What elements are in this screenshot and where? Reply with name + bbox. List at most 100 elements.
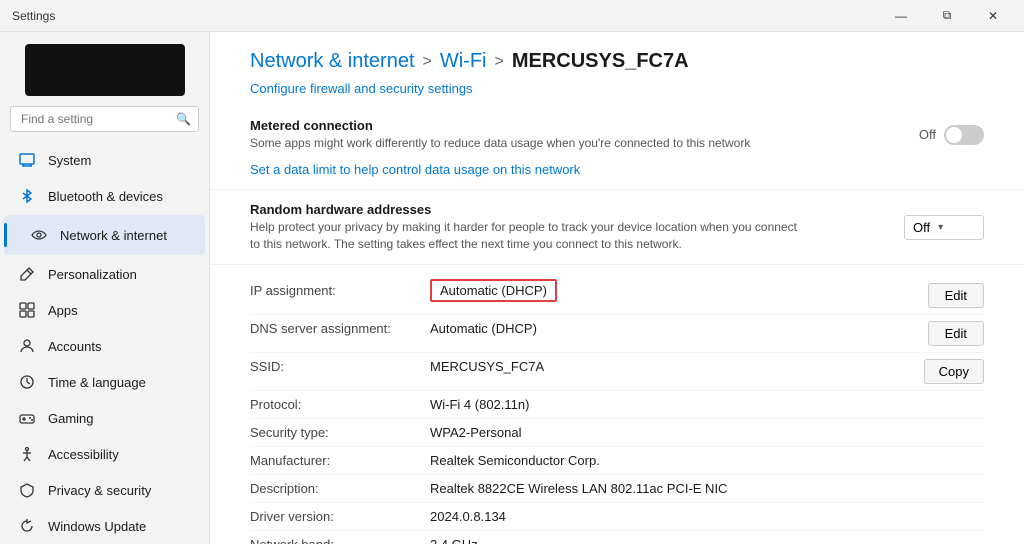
- sidebar-item-gaming-label: Gaming: [48, 411, 94, 426]
- protocol-label: Protocol:: [250, 397, 430, 412]
- ssid-value: MERCUSYS_FC7A: [430, 359, 904, 374]
- sidebar-item-gaming[interactable]: Gaming: [4, 401, 205, 435]
- driver-label: Driver version:: [250, 509, 430, 524]
- ssid-label: SSID:: [250, 359, 430, 374]
- ip-assignment-value: Automatic (DHCP): [430, 279, 557, 302]
- ssid-row: SSID: MERCUSYS_FC7A Copy: [250, 353, 984, 391]
- sidebar-item-network-label: Network & internet: [60, 228, 167, 243]
- dropdown-arrow-icon: ▾: [938, 222, 943, 233]
- protocol-value: Wi-Fi 4 (802.11n): [430, 397, 984, 412]
- sidebar-item-bluetooth[interactable]: Bluetooth & devices: [4, 179, 205, 213]
- sidebar-item-personalization-label: Personalization: [48, 267, 137, 282]
- metered-toggle-label: Off: [919, 127, 936, 142]
- sidebar-item-update-label: Windows Update: [48, 519, 146, 534]
- dns-label: DNS server assignment:: [250, 321, 430, 336]
- breadcrumb-network[interactable]: Network & internet: [250, 50, 415, 73]
- driver-version-row: Driver version: 2024.0.8.134: [250, 503, 984, 531]
- ip-assignment-edit-button[interactable]: Edit: [928, 283, 984, 308]
- sidebar-item-privacy-label: Privacy & security: [48, 483, 151, 498]
- data-section: IP assignment: Automatic (DHCP) Edit DNS…: [210, 265, 1024, 544]
- shield-icon: [18, 481, 36, 499]
- brush-icon: [18, 265, 36, 283]
- accessibility-icon: [18, 445, 36, 463]
- dns-value: Automatic (DHCP): [430, 321, 908, 336]
- random-hw-desc: Help protect your privacy by making it h…: [250, 219, 810, 253]
- sidebar-item-apps[interactable]: Apps: [4, 293, 205, 327]
- sidebar-item-network[interactable]: Network & internet: [4, 215, 205, 255]
- content-area: Network & internet > Wi-Fi > MERCUSYS_FC…: [210, 32, 1024, 544]
- search-icon: 🔍: [176, 112, 191, 126]
- firewall-link[interactable]: Configure firewall and security settings: [210, 81, 1024, 106]
- random-hw-section: Random hardware addresses Help protect y…: [210, 190, 1024, 266]
- description-row: Description: Realtek 8822CE Wireless LAN…: [250, 475, 984, 503]
- sidebar-item-apps-label: Apps: [48, 303, 78, 318]
- description-value: Realtek 8822CE Wireless LAN 802.11ac PCI…: [430, 481, 984, 496]
- dns-assignment-row: DNS server assignment: Automatic (DHCP) …: [250, 315, 984, 353]
- sidebar-item-system-label: System: [48, 153, 91, 168]
- sidebar-item-time-label: Time & language: [48, 375, 146, 390]
- random-hw-value: Off: [913, 220, 930, 235]
- network-band-label: Network band:: [250, 537, 430, 544]
- random-hw-dropdown[interactable]: Off ▾: [904, 215, 984, 240]
- sidebar-item-bluetooth-label: Bluetooth & devices: [48, 189, 163, 204]
- description-label: Description:: [250, 481, 430, 496]
- sidebar-item-accessibility[interactable]: Accessibility: [4, 437, 205, 471]
- restore-button[interactable]: ⧉: [924, 0, 970, 32]
- protocol-row: Protocol: Wi-Fi 4 (802.11n): [250, 391, 984, 419]
- bluetooth-icon: [18, 187, 36, 205]
- breadcrumb: Network & internet > Wi-Fi > MERCUSYS_FC…: [210, 32, 1024, 81]
- breadcrumb-sep1: >: [423, 53, 432, 71]
- network-icon: [30, 226, 48, 244]
- ssid-copy-button[interactable]: Copy: [924, 359, 984, 384]
- ip-assignment-label: IP assignment:: [250, 283, 430, 298]
- metered-connection-section: Metered connection Some apps might work …: [210, 106, 1024, 190]
- titlebar: Settings — ⧉ ✕: [0, 0, 1024, 32]
- titlebar-title: Settings: [12, 9, 55, 23]
- sidebar-item-accessibility-label: Accessibility: [48, 447, 119, 462]
- update-icon: [18, 517, 36, 535]
- sidebar-item-accounts-label: Accounts: [48, 339, 101, 354]
- sidebar-item-time[interactable]: Time & language: [4, 365, 205, 399]
- metered-desc: Some apps might work differently to redu…: [250, 135, 810, 152]
- sidebar-item-update[interactable]: Windows Update: [4, 509, 205, 543]
- titlebar-controls: — ⧉ ✕: [878, 0, 1016, 32]
- main-layout: 🔍 System Bluetooth & devices Network & i…: [0, 32, 1024, 544]
- manufacturer-row: Manufacturer: Realtek Semiconductor Corp…: [250, 447, 984, 475]
- search-box: 🔍: [10, 106, 199, 132]
- breadcrumb-wifi[interactable]: Wi-Fi: [440, 50, 487, 73]
- sidebar-item-system[interactable]: System: [4, 143, 205, 177]
- avatar: [25, 44, 185, 96]
- security-label: Security type:: [250, 425, 430, 440]
- monitor-icon: [18, 151, 36, 169]
- security-value: WPA2-Personal: [430, 425, 984, 440]
- security-type-row: Security type: WPA2-Personal: [250, 419, 984, 447]
- ip-assignment-row: IP assignment: Automatic (DHCP) Edit: [250, 277, 984, 315]
- random-hw-title: Random hardware addresses: [250, 202, 904, 217]
- random-hw-row: Random hardware addresses Help protect y…: [250, 202, 984, 253]
- sidebar-item-privacy[interactable]: Privacy & security: [4, 473, 205, 507]
- gaming-icon: [18, 409, 36, 427]
- manufacturer-label: Manufacturer:: [250, 453, 430, 468]
- active-bar: [4, 223, 7, 247]
- search-input[interactable]: [10, 106, 199, 132]
- close-button[interactable]: ✕: [970, 0, 1016, 32]
- manufacturer-value: Realtek Semiconductor Corp.: [430, 453, 984, 468]
- metered-toggle[interactable]: Off: [919, 125, 984, 145]
- clock-icon: [18, 373, 36, 391]
- network-band-row: Network band: 2.4 GHz: [250, 531, 984, 544]
- driver-value: 2024.0.8.134: [430, 509, 984, 524]
- breadcrumb-sep2: >: [495, 53, 504, 71]
- apps-icon: [18, 301, 36, 319]
- metered-row: Metered connection Some apps might work …: [250, 118, 984, 152]
- minimize-button[interactable]: —: [878, 0, 924, 32]
- network-band-value: 2.4 GHz: [430, 537, 984, 544]
- breadcrumb-ssid: MERCUSYS_FC7A: [512, 50, 689, 73]
- metered-title: Metered connection: [250, 118, 919, 133]
- sidebar-item-accounts[interactable]: Accounts: [4, 329, 205, 363]
- person-icon: [18, 337, 36, 355]
- sidebar-item-personalization[interactable]: Personalization: [4, 257, 205, 291]
- sidebar: 🔍 System Bluetooth & devices Network & i…: [0, 32, 210, 544]
- dns-edit-button[interactable]: Edit: [928, 321, 984, 346]
- metered-toggle-switch[interactable]: [944, 125, 984, 145]
- data-limit-link[interactable]: Set a data limit to help control data us…: [250, 162, 580, 177]
